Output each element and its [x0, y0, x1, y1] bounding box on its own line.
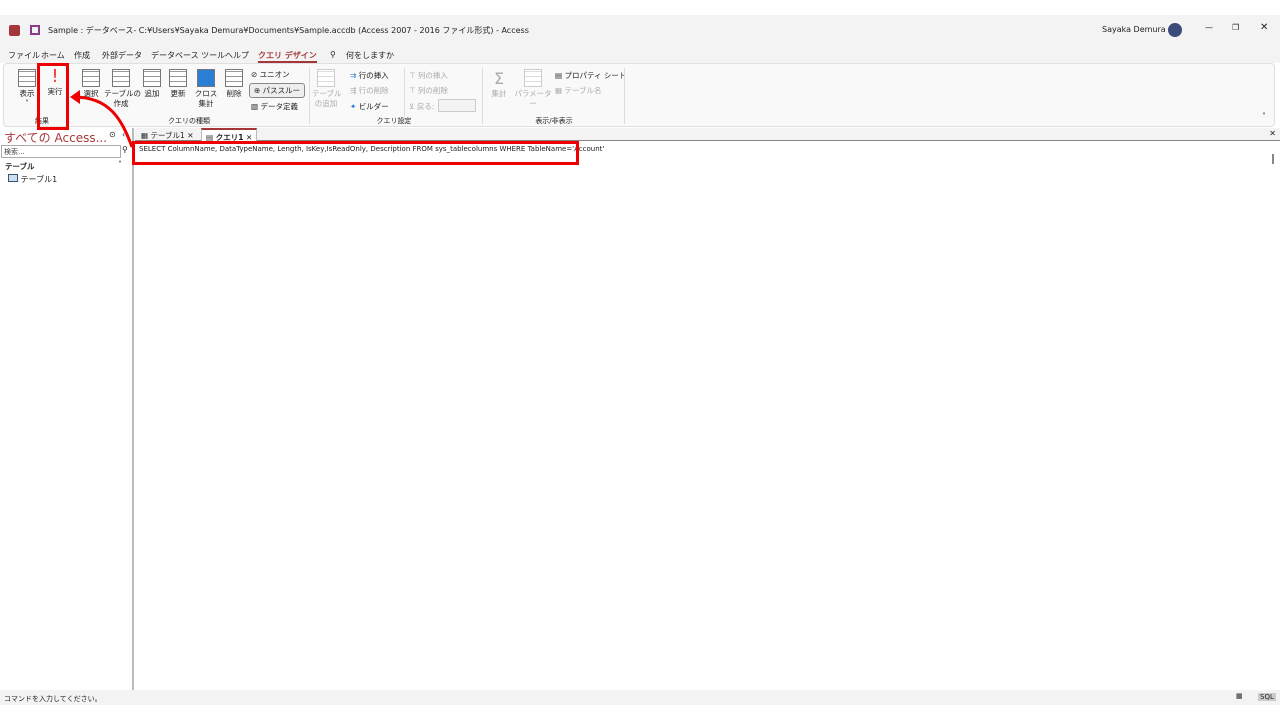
nav-item-table1[interactable]: テーブル1	[8, 174, 57, 185]
return-dropdown[interactable]	[438, 99, 476, 112]
sql-highlight-box	[132, 141, 579, 165]
label: クロス 集計	[194, 89, 218, 108]
group-label-query-type: クエリの種類	[168, 117, 210, 125]
passthrough-button[interactable]: ⊕ パススルー	[249, 83, 306, 98]
wand-icon: ✦	[350, 102, 357, 111]
restore-button[interactable]: ❐	[1232, 23, 1239, 32]
label: 表示	[19, 89, 35, 98]
tab-query-design[interactable]: クエリ デザイン	[258, 50, 317, 63]
document-tabs: ▦ テーブル1 ✕ ▤ クエリ1 ✕ ✕	[135, 128, 1280, 142]
update-button[interactable]: 更新	[167, 69, 189, 99]
close-button[interactable]: ✕	[1260, 22, 1268, 33]
ribbon: 表示 ˅ ! 実行 選択 テーブルの 作成 追加 更新 クロス 集計 削除 ⊘ ユニ…	[3, 63, 1275, 127]
label: 集計	[491, 89, 507, 98]
tab-home[interactable]: ホーム	[41, 50, 65, 61]
label: テーブル1	[20, 175, 58, 184]
crosstab-button[interactable]: クロス 集計	[194, 69, 218, 109]
append-button[interactable]: 追加	[141, 69, 163, 99]
navigation-pane: すべての Access... ⊙ ‹ 検索... ⚲ テーブル ˄ テーブル1	[0, 128, 134, 690]
datasheet-icon	[18, 69, 36, 87]
avatar[interactable]	[1168, 23, 1182, 37]
builder-button[interactable]: ✦ ビルダー	[350, 101, 389, 112]
tab-external-data[interactable]: 外部データ	[102, 50, 142, 61]
label: パススルー	[262, 86, 301, 95]
collapse-ribbon-button[interactable]: ˅	[1262, 112, 1266, 121]
label: データ定義	[260, 102, 298, 111]
add-table-button[interactable]: テーブル の追加	[312, 69, 342, 109]
label: パラメーター	[514, 89, 552, 108]
insert-columns-button[interactable]: ⊤ 列の挿入	[409, 70, 448, 81]
union-button[interactable]: ⊘ ユニオン	[251, 69, 290, 80]
minimize-button[interactable]: —	[1205, 23, 1213, 32]
sql-editor[interactable]: SELECT ColumnName, DataTypeName, Length,…	[135, 142, 1280, 690]
totals-button[interactable]: Σ 集計	[488, 69, 510, 99]
window-title: Sample : データベース- C:¥Users¥Sayaka Demura¥…	[48, 26, 529, 35]
insert-rows-icon: ⇉	[350, 71, 357, 80]
crosstab-icon	[197, 69, 215, 87]
label: 追加	[144, 89, 160, 98]
label: テーブル1	[150, 131, 185, 140]
label: 行の挿入	[358, 71, 389, 80]
group-label-query-setup: クエリ設定	[376, 117, 412, 125]
user-name[interactable]: Sayaka Demura	[1102, 25, 1166, 34]
access-logo-icon	[9, 25, 20, 36]
table-icon	[317, 69, 335, 87]
sigma-icon: Σ	[493, 69, 505, 88]
update-icon	[169, 69, 187, 87]
tab-create[interactable]: 作成	[74, 50, 90, 61]
return-label: ⊻ 戻る:	[409, 102, 435, 111]
nav-section-tables[interactable]: テーブル	[5, 161, 35, 172]
label: 戻る:	[416, 102, 435, 111]
label: テーブル の追加	[312, 89, 342, 108]
save-icon[interactable]	[30, 25, 40, 35]
status-text: コマンドを入力してください。	[4, 695, 102, 703]
status-bar: コマンドを入力してください。 ▦ SQL	[0, 690, 1280, 705]
label: 更新	[170, 89, 186, 98]
label: プロパティ シート	[564, 71, 627, 80]
tab-help[interactable]: ヘルプ	[225, 50, 249, 61]
property-sheet-button[interactable]: ▤ プロパティ シート	[555, 70, 626, 81]
label: ユニオン	[259, 70, 290, 79]
scrollbar[interactable]	[1272, 154, 1274, 164]
delete-query-button[interactable]: 削除	[223, 69, 245, 99]
label: ビルダー	[358, 102, 389, 111]
arrow-annotation	[70, 90, 134, 148]
insert-rows-button[interactable]: ⇉ 行の挿入	[350, 70, 389, 81]
close-document-button[interactable]: ✕	[1269, 129, 1276, 138]
sql-view-button[interactable]: SQL	[1258, 693, 1276, 701]
parameters-icon	[524, 69, 542, 87]
delete-columns-button[interactable]: ⊤ 列の削除	[409, 85, 448, 96]
table-icon	[8, 174, 18, 182]
table-names-button[interactable]: ▦ テーブル名	[555, 85, 602, 96]
title-bar: Sample : データベース- C:¥Users¥Sayaka Demura¥…	[0, 15, 1280, 45]
tab-file[interactable]: ファイル	[8, 50, 40, 61]
label: 列の削除	[417, 86, 448, 95]
close-icon[interactable]: ✕	[187, 131, 193, 140]
parameters-button[interactable]: パラメーター	[514, 69, 552, 109]
delete-rows-button[interactable]: ⇶ 行の削除	[350, 85, 389, 96]
chevron-up-icon[interactable]: ˄	[118, 160, 122, 169]
tab-table1[interactable]: ▦ テーブル1 ✕	[137, 128, 198, 141]
search-icon: ⚲	[330, 50, 336, 59]
label: 列の挿入	[417, 71, 448, 80]
tell-me-input[interactable]: 何をしますか	[346, 50, 394, 61]
label: 行の削除	[358, 86, 389, 95]
append-icon	[143, 69, 161, 87]
tab-query1[interactable]: ▤ クエリ1 ✕	[201, 128, 258, 142]
datasheet-view-icon[interactable]: ▦	[1236, 692, 1243, 700]
delete-icon	[225, 69, 243, 87]
tab-database-tools[interactable]: データベース ツール	[151, 50, 225, 61]
ribbon-tabs: ファイル ホーム 作成 外部データ データベース ツール ヘルプ クエリ デザイ…	[0, 45, 1280, 63]
data-definition-button[interactable]: ▧ データ定義	[251, 101, 298, 112]
group-label-show-hide: 表示/非表示	[535, 117, 573, 125]
label: テーブル名	[564, 86, 602, 95]
label: 削除	[226, 89, 242, 98]
